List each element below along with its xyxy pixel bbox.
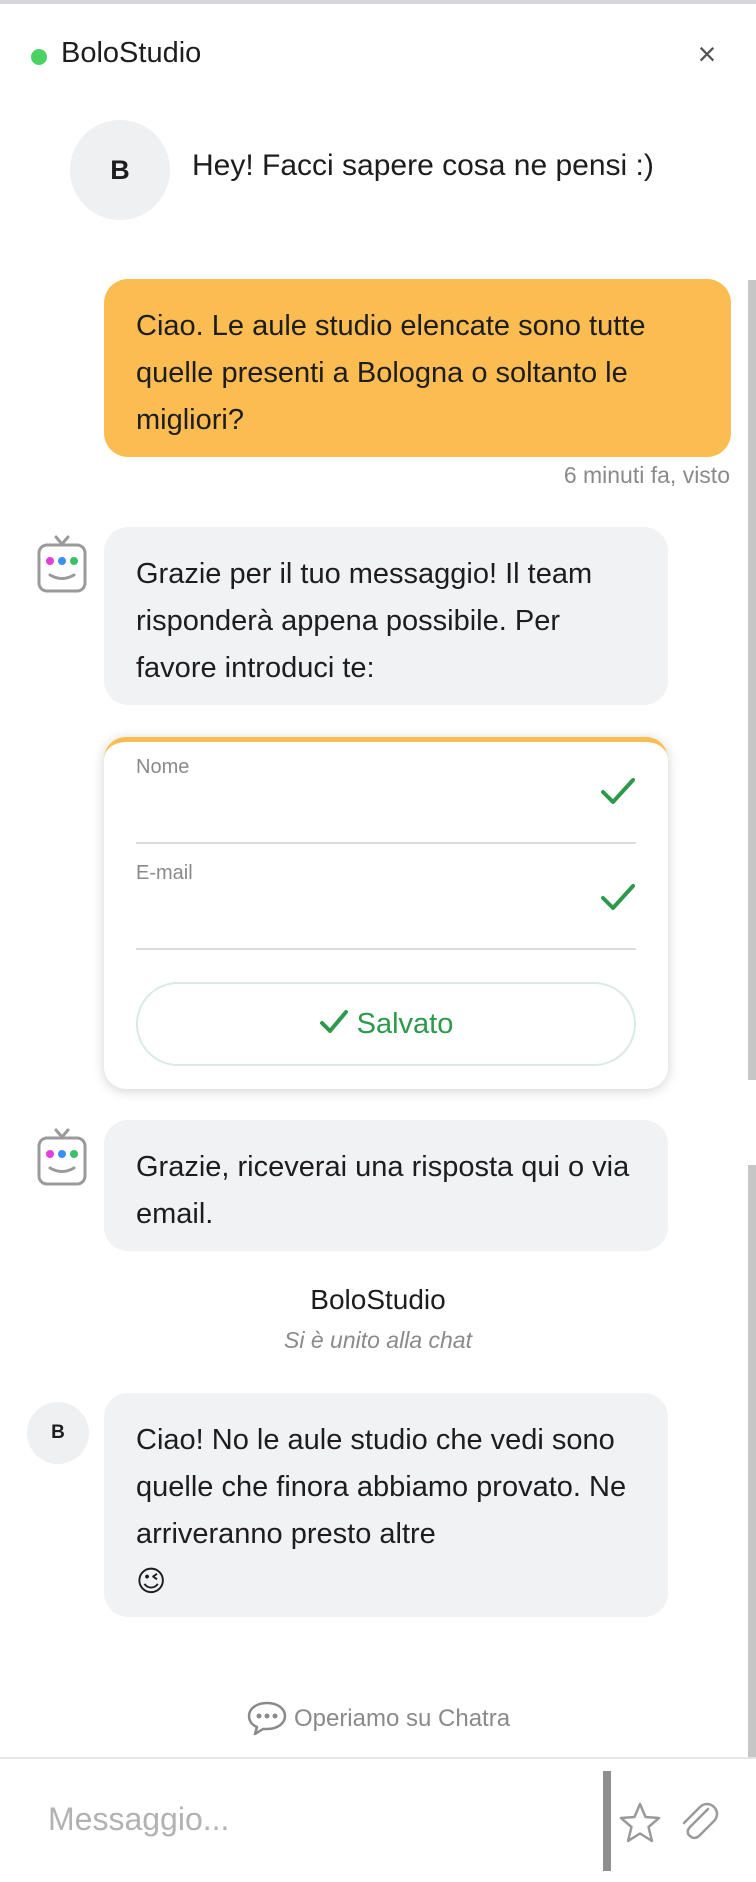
email-field[interactable]: E-mail [136,848,636,950]
header-title: BoloStudio [61,37,202,69]
saved-label: Salvato [356,1008,454,1040]
scrollbar[interactable] [748,280,756,1760]
welcome-message: Hey! Facci sapere cosa ne pensi :) [192,149,654,182]
check-icon [319,1010,348,1033]
message-input[interactable] [28,1783,588,1855]
bot-message-bubble: Grazie per il tuo messaggio! Il team ris… [104,527,668,705]
saved-button[interactable]: Salvato [136,982,636,1066]
powered-by-text: Operiamo su Chatra [293,1705,511,1732]
online-status-dot [31,49,47,65]
agent-avatar: B [27,1402,89,1464]
bot-face-icon [37,1128,87,1186]
name-label: Nome [136,756,190,778]
bot-face-icon [37,535,87,593]
agent-message-bubble: Ciao! No le aule studio che vedi sono qu… [104,1393,668,1617]
agent-joined-name: BoloStudio [310,1284,446,1315]
name-field[interactable]: Nome [136,742,636,844]
check-icon [601,884,635,910]
contact-form: Nome E-mail Salvato [104,737,668,1089]
wink-emoji: 😉 [136,1564,167,1598]
message-status: 6 minuti fa, visto [563,462,730,488]
email-label: E-mail [136,862,193,884]
paperclip-icon[interactable] [674,1797,722,1845]
agent-joined-status: Si è unito alla chat [284,1327,472,1353]
close-button[interactable]: × [690,34,724,74]
composer-divider [603,1771,611,1871]
chat-header: BoloStudio × [0,4,756,104]
message-composer [0,1757,756,1882]
check-icon [601,778,635,804]
bot-message-bubble: Grazie, riceverai una risposta qui o via… [104,1120,668,1251]
chat-bubble-icon [247,1701,287,1736]
star-icon[interactable] [616,1799,664,1847]
agent-message-text: Ciao! No le aule studio che vedi sono qu… [136,1424,627,1550]
welcome-avatar: B [70,120,170,220]
user-message-bubble: Ciao. Le aule studio elencate sono tutte… [104,279,731,457]
powered-by[interactable]: Operiamo su Chatra [0,1700,756,1736]
